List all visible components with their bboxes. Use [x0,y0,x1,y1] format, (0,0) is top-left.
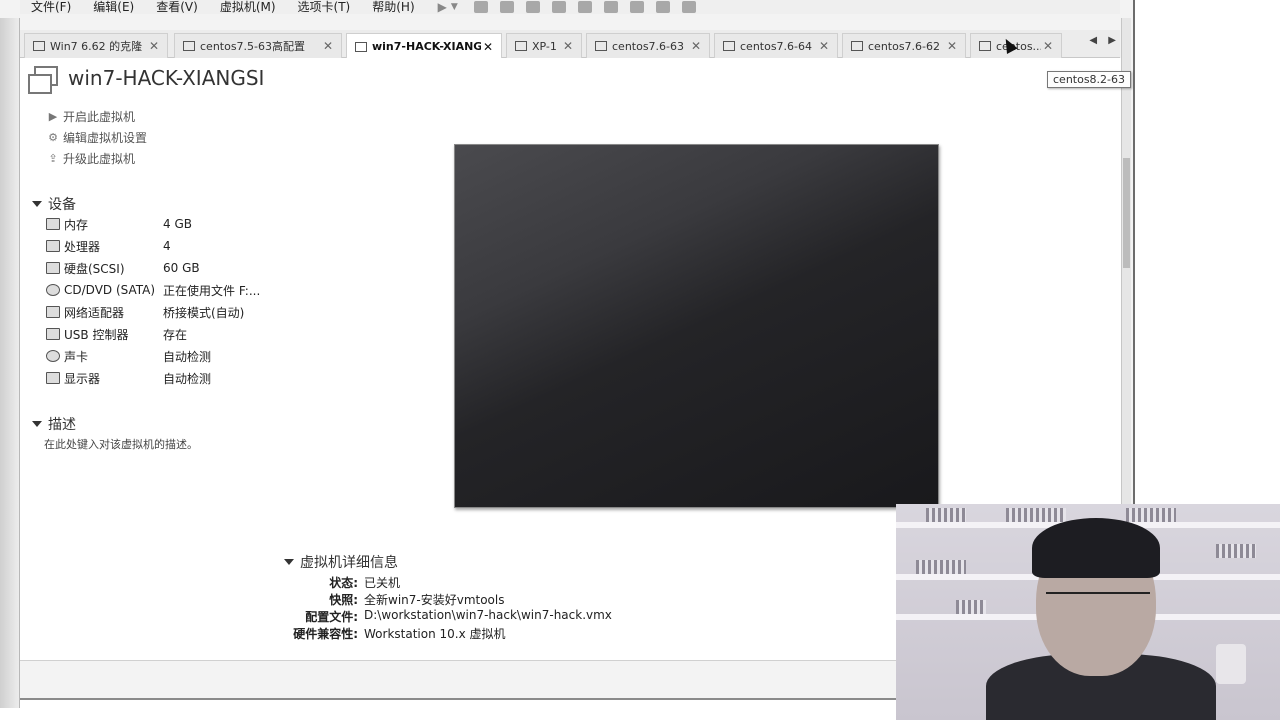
device-row-network[interactable]: 网络适配器 桥接模式(自动) [46,302,244,322]
menu-vm[interactable]: 虚拟机(M) [209,0,287,14]
device-row-cpu[interactable]: 处理器 4 [46,236,171,256]
close-icon[interactable]: ✕ [945,39,959,53]
tab-win7-clone[interactable]: Win7 6.62 的克隆 ✕ [24,33,168,58]
tab-centos75-63[interactable]: centos7.5-63高配置 ✕ [174,33,342,58]
menu-tabs[interactable]: 选项卡(T) [287,0,362,14]
vm-tab-icon [515,41,527,51]
device-row-cd[interactable]: CD/DVD (SATA) 正在使用文件 F:... [46,280,260,300]
revert-snapshot-icon[interactable] [525,1,540,13]
play-icon: ▶ [48,109,58,123]
detail-row-compatibility: 硬件兼容性: Workstation 10.x 虚拟机 [293,627,506,641]
vm-tab-icon [851,41,863,51]
device-row-display[interactable]: 显示器 自动检测 [46,368,211,388]
snapshot-manager-icon[interactable] [551,1,566,13]
books [956,600,986,614]
vm-tab-icon [595,41,607,51]
caret-down-icon [32,201,42,207]
snapshot-icon[interactable] [499,1,514,13]
person-glasses [1046,592,1150,608]
scrollbar-thumb[interactable] [1123,158,1130,268]
console-view-icon[interactable] [681,1,696,13]
close-icon[interactable]: ✕ [481,40,495,54]
tab-centos76-63[interactable]: centos7.6-63 ✕ [586,33,710,58]
books [1006,508,1066,522]
play-icon[interactable]: ▶ [438,0,447,14]
menu-help[interactable]: 帮助(H) [361,0,425,14]
books [1216,544,1256,558]
scroll-right-icon[interactable]: ▶ [1108,35,1116,46]
tab-centos76-62[interactable]: centos7.6-62 ✕ [842,33,966,58]
thumbnail-icon[interactable] [603,1,618,13]
vm-tab-icon [979,41,991,51]
edit-settings-link[interactable]: ⚙ 编辑虚拟机设置 [46,129,147,146]
fullscreen-icon[interactable] [629,1,644,13]
books [926,508,966,522]
upgrade-icon: ⇪ [48,151,58,165]
tab-win7-hack-xiangsi[interactable]: win7-HACK-XIANGSI ✕ [346,33,502,59]
books [1126,508,1176,522]
caret-down-icon [284,559,294,565]
detail-row-config-file: 配置文件: D:\workstation\win7-hack\win7-hack… [305,608,612,624]
description-field[interactable]: 在此处键入对该虚拟机的描述。 [44,436,198,452]
webcam-overlay [896,504,1280,720]
upgrade-vm-link[interactable]: ⇪ 升级此虚拟机 [46,150,135,167]
menu-edit[interactable]: 编辑(E) [82,0,145,14]
device-row-disk[interactable]: 硬盘(SCSI) 60 GB [46,258,200,278]
details-section-header[interactable]: 虚拟机详细信息 [284,552,398,572]
books [916,560,966,574]
vm-tab-icon [33,41,45,51]
disk-icon [46,262,60,274]
memory-icon [46,218,60,230]
close-icon[interactable]: ✕ [147,39,161,53]
sidebar-toggle-icon[interactable] [577,1,592,13]
vm-tab-icon [183,41,195,51]
scroll-left-icon[interactable]: ◀ [1089,35,1097,46]
person-hair [1032,518,1160,578]
close-icon[interactable]: ✕ [1041,39,1055,53]
device-row-memory[interactable]: 内存 4 GB [46,214,192,234]
devices-section-header[interactable]: 设备 [32,194,76,214]
tab-tooltip: centos8.2-63 [1047,71,1132,88]
power-on-link[interactable]: ▶ 开启此虚拟机 [46,108,135,125]
network-icon [46,306,60,318]
menu-file[interactable]: 文件(F) [20,0,82,14]
suspend-icon[interactable] [473,1,488,13]
tab-scroll-buttons: ◀ ▶ [1081,35,1116,46]
close-icon[interactable]: ✕ [321,39,335,53]
cd-icon [46,284,60,296]
close-icon[interactable]: ✕ [817,39,831,53]
vm-tab-icon [355,41,367,52]
unity-icon[interactable] [655,1,670,13]
sound-icon [46,350,60,362]
cpu-icon [46,240,60,252]
settings-icon: ⚙ [48,130,58,144]
monitor-icon [46,372,60,384]
detail-row-snapshot: 快照: 全新win7-安装好vmtools [329,593,505,607]
page-title: win7-HACK-XIANGSI [68,66,265,90]
menubar: 文件(F) 编辑(E) 查看(V) 虚拟机(M) 选项卡(T) 帮助(H) ▶ … [20,0,1120,14]
tab-bar: Win7 6.62 的克隆 ✕ centos7.5-63高配置 ✕ win7-H… [20,30,1120,59]
vm-title-row: win7-HACK-XIANGSI [28,64,265,94]
detail-row-state: 状态: 已关机 [329,576,401,590]
caret-down-icon [32,421,42,427]
description-section-header[interactable]: 描述 [32,414,76,434]
vm-icon [28,64,58,94]
chevron-down-icon[interactable]: ▼ [451,2,458,12]
device-row-sound[interactable]: 声卡 自动检测 [46,346,211,366]
vm-tab-icon [723,41,735,51]
tab-centos76-64[interactable]: centos7.6-64 ✕ [714,33,838,58]
close-icon[interactable]: ✕ [689,39,703,53]
menu-view[interactable]: 查看(V) [145,0,209,14]
lamp [1216,644,1246,684]
device-row-usb[interactable]: USB 控制器 存在 [46,324,187,344]
usb-icon [46,328,60,340]
window-left-edge [0,18,20,708]
tab-xp-1[interactable]: XP-1 ✕ [506,33,582,58]
close-icon[interactable]: ✕ [561,39,575,53]
vm-preview-screen[interactable] [454,144,939,508]
